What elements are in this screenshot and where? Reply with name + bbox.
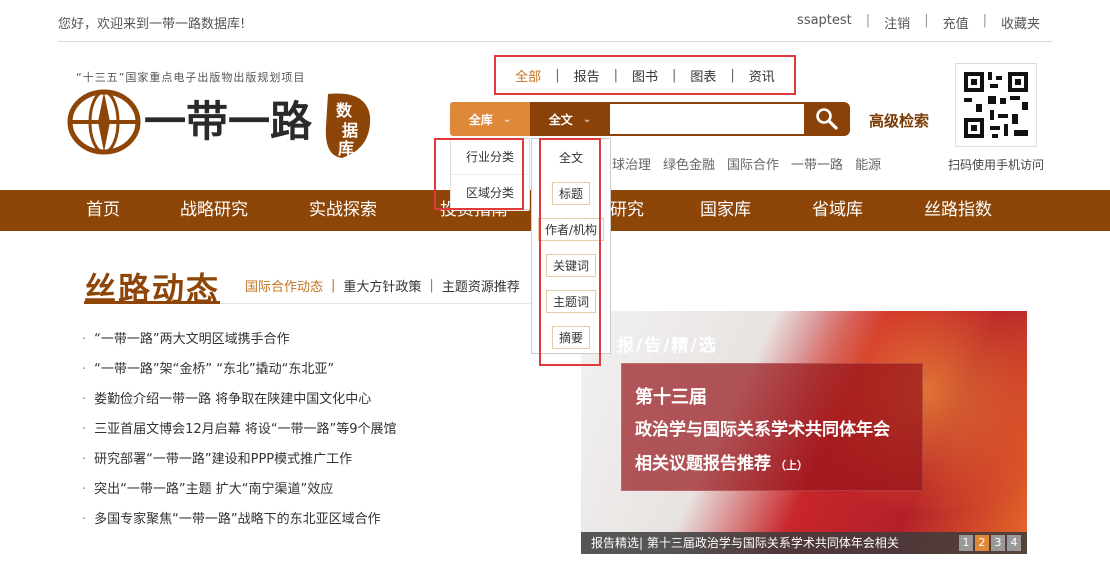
banner-line-1: 第十三届 [635, 387, 707, 408]
nav-practice[interactable]: 实战探索 [309, 190, 377, 231]
tab-policy[interactable]: 重大方针政策 [343, 276, 421, 295]
field-option-title[interactable]: 标题 [532, 175, 610, 211]
library-select-label: 全库 [468, 112, 493, 127]
logout-link[interactable]: 注销 [884, 13, 910, 32]
favorites-link[interactable]: 收藏夹 [1001, 13, 1040, 32]
advanced-search-link[interactable]: 高级检索 [869, 110, 929, 131]
logo-text: 一带一路 [144, 97, 313, 146]
nav-country[interactable]: 国家库 [700, 190, 751, 231]
type-tab-chart[interactable]: 图表 [676, 66, 730, 85]
banner-page-2[interactable]: 2 [975, 535, 989, 551]
qr-code [955, 63, 1037, 147]
news-item[interactable]: 多国专家聚焦“一带一路”战略下的东北亚区域合作 [82, 510, 397, 540]
field-option-subject[interactable]: 主题词 [532, 283, 610, 319]
top-bar: 您好，欢迎来到一带一路数据库! ssaptest | 注销 | 充值 | 收藏夹 [58, 0, 1052, 42]
report-banner[interactable]: 报/告/精/选 第十三届 政治学与国际关系学术共同体年会 相关议题报告推荐 （上）… [581, 311, 1027, 554]
search-type-tabs: 全部 | 报告 | 图书 | 图表 | 资讯 [494, 55, 796, 95]
search-icon [816, 108, 838, 130]
news-item[interactable]: “一带一路”架“金桥” “东北”撬动“东北亚” [82, 360, 397, 390]
field-option-fulltext[interactable]: 全文 [532, 139, 610, 175]
library-option-region[interactable]: 区域分类 [451, 175, 529, 211]
news-item[interactable]: “一带一路”两大文明区域携手合作 [82, 330, 397, 360]
logo-subtitle: “十三五”国家重点电子出版物出版规划项目 [76, 71, 306, 84]
globe-logo-icon: 一带一路 数 据 库 [67, 89, 371, 158]
banner-pager: 1 2 3 4 [959, 535, 1021, 551]
library-dropdown: 行业分类 区域分类 [450, 138, 530, 211]
svg-text:库: 库 [338, 139, 354, 158]
banner-header: 报/告/精/选 [617, 336, 718, 356]
recharge-link[interactable]: 充值 [943, 13, 969, 32]
hot-keyword[interactable]: 绿色金融 [663, 154, 715, 173]
hot-keyword[interactable]: 一带一路 [791, 154, 843, 173]
type-tab-news[interactable]: 资讯 [735, 66, 789, 85]
type-tab-all[interactable]: 全部 [501, 66, 555, 85]
field-option-keyword[interactable]: 关键词 [532, 247, 610, 283]
banner-page-1[interactable]: 1 [959, 535, 973, 551]
tab-cooperation[interactable]: 国际合作动态 [245, 276, 323, 295]
field-select-label: 全文 [548, 112, 573, 127]
nav-strategy[interactable]: 战略研究 [180, 190, 248, 231]
field-select[interactable]: 全文 ⌄ [530, 102, 610, 136]
username-link[interactable]: ssaptest [797, 13, 852, 32]
type-tab-report[interactable]: 报告 [560, 66, 614, 85]
banner-line-3: 相关议题报告推荐 （上） [635, 454, 808, 474]
chevron-down-icon: ⌄ [502, 113, 512, 125]
search-button[interactable] [804, 102, 850, 136]
news-item[interactable]: 研究部署“一带一路”建设和PPP模式推广工作 [82, 450, 397, 480]
news-list: “一带一路”两大文明区域携手合作 “一带一路”架“金桥” “东北”撬动“东北亚”… [82, 330, 397, 540]
field-dropdown: 全文 标题 作者/机构 关键词 主题词 摘要 [531, 138, 611, 354]
hot-keyword[interactable]: 球治理 [612, 154, 651, 173]
section-title-underline [84, 301, 220, 304]
nav-silkroad-index[interactable]: 丝路指数 [924, 190, 992, 231]
banner-page-4[interactable]: 4 [1007, 535, 1021, 551]
chevron-down-icon: ⌄ [582, 113, 592, 125]
site-logo[interactable]: 一带一路 数 据 库 [66, 86, 376, 166]
banner-page-3[interactable]: 3 [991, 535, 1005, 551]
news-item[interactable]: 三亚首届文博会12月启幕 将设“一带一路”等9个展馆 [82, 420, 396, 450]
library-select[interactable]: 全库 ⌄ [450, 102, 530, 136]
tab-resources[interactable]: 主题资源推荐 [442, 276, 520, 295]
field-option-abstract[interactable]: 摘要 [532, 319, 610, 355]
svg-text:数: 数 [336, 101, 353, 120]
nav-research[interactable]: 研究 [610, 190, 644, 231]
nav-province[interactable]: 省域库 [812, 190, 863, 231]
welcome-text: 您好，欢迎来到一带一路数据库! [58, 17, 246, 32]
hot-keyword[interactable]: 能源 [855, 154, 881, 173]
type-tab-book[interactable]: 图书 [618, 66, 672, 85]
news-item[interactable]: 突出“一带一路”主题 扩大“南宁渠道”效应 [82, 480, 397, 510]
news-item[interactable]: 娄勤俭介绍一带一路 将争取在陕建中国文化中心 [82, 390, 397, 420]
top-links: ssaptest | 注销 | 充值 | 收藏夹 [797, 13, 1040, 32]
search-bar: 全库 ⌄ 全文 ⌄ [450, 102, 850, 136]
svg-text:据: 据 [342, 121, 358, 140]
hot-keywords: 球治理 绿色金融 国际合作 一带一路 能源 [612, 154, 881, 173]
library-option-industry[interactable]: 行业分类 [451, 139, 529, 175]
search-input[interactable] [610, 102, 804, 136]
field-option-author[interactable]: 作者/机构 [532, 211, 610, 247]
qr-code-icon [964, 72, 1028, 138]
banner-line-2: 政治学与国际关系学术共同体年会 [635, 420, 890, 440]
hot-keyword[interactable]: 国际合作 [727, 154, 779, 173]
qr-label: 扫码使用手机访问 [948, 158, 1045, 172]
nav-home[interactable]: 首页 [86, 190, 120, 231]
section-tabs: 国际合作动态 | 重大方针政策 | 主题资源推荐 [245, 276, 520, 295]
